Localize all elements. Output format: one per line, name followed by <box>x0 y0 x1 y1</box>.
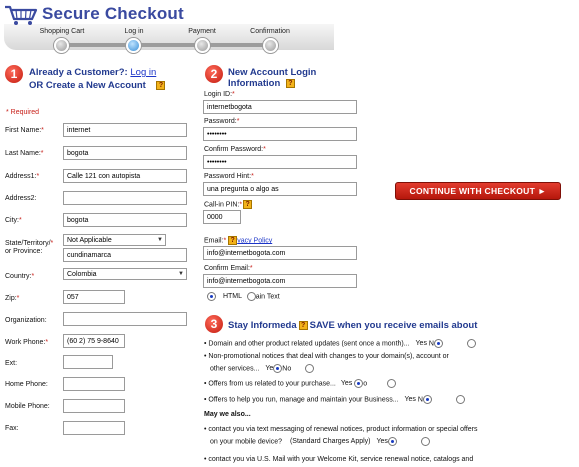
product-updates-other-radio[interactable] <box>466 339 476 348</box>
option-non-promotional: • Non-promotional notices that deal with… <box>204 353 449 360</box>
province-input[interactable]: cundinamarca <box>63 248 187 262</box>
address1-input[interactable]: Calle 121 con autopista <box>63 169 187 183</box>
email-input[interactable]: info@internetbogota.com <box>203 246 357 260</box>
first-name-input[interactable]: internet <box>63 123 187 137</box>
country-label: Country:* <box>5 273 35 280</box>
checkout-header: Secure Checkout Shopping Cart Log in Pay… <box>0 0 579 60</box>
section-2-title: New Account Login <box>228 67 317 78</box>
state-select[interactable]: Not Applicable <box>63 234 166 246</box>
login-id-input[interactable]: internetbogota <box>203 100 357 114</box>
home-phone-label: Home Phone: <box>5 381 48 388</box>
privacy-policy-link[interactable]: vacy Policy <box>237 237 272 244</box>
step-dot-confirmation <box>263 38 278 53</box>
last-name-input[interactable]: bogota <box>63 146 187 160</box>
may-we-also-heading: May we also... <box>204 411 251 418</box>
shopping-cart-icon <box>5 5 38 25</box>
non-promotional-no-radio[interactable] <box>305 364 315 373</box>
step-label-payment: Payment <box>188 28 216 35</box>
address2-label: Address2: <box>5 195 37 202</box>
plain-text-format-label: ain Text <box>255 293 280 301</box>
option-us-mail: • contact you via U.S. Mail with your We… <box>204 456 474 463</box>
login-link[interactable]: Log in <box>130 67 156 78</box>
organization-input[interactable] <box>63 312 187 326</box>
country-select[interactable]: Colombia <box>63 268 187 280</box>
product-updates-no-radio[interactable] <box>433 339 443 348</box>
progress-track <box>62 43 276 47</box>
state-label: State/Territory/* or Province: <box>5 240 54 255</box>
ext-label: Ext: <box>5 360 18 367</box>
last-name-label: Last Name:* <box>5 150 44 157</box>
call-in-pin-label: Call-in PIN:*? <box>204 200 253 209</box>
help-icon[interactable]: ? <box>228 236 238 245</box>
ext-input[interactable] <box>63 355 113 369</box>
step-dot-shopping-cart <box>54 38 69 53</box>
city-label: City:* <box>5 217 22 224</box>
option-text-messaging-cont: on your mobile device? (Standard Charges… <box>210 437 430 446</box>
confirm-password-input[interactable]: •••••••• <box>203 155 357 169</box>
section-2-badge: 2 <box>205 65 223 83</box>
text-messaging-no-radio[interactable] <box>420 437 430 446</box>
city-input[interactable]: bogota <box>63 213 187 227</box>
login-id-label: Login ID:* <box>204 91 235 98</box>
option-product-updates: • Domain and other product related updat… <box>204 339 476 348</box>
section-1-title-line2: OR Create a New Account <box>29 80 146 91</box>
section-1-title: Already a Customer?: Log in <box>29 67 156 78</box>
mobile-phone-input[interactable] <box>63 399 125 413</box>
confirm-password-label: Confirm Password:* <box>204 146 266 153</box>
password-label: Password:* <box>204 118 240 125</box>
plain-text-format-radio[interactable] <box>246 292 256 301</box>
fax-input[interactable] <box>63 421 125 435</box>
email-label: Email:*? vacy Policy <box>204 236 273 245</box>
non-promotional-yes-radio[interactable] <box>273 364 283 373</box>
work-phone-input[interactable]: (60 2) 75 9-8640 <box>63 334 125 348</box>
text-messaging-yes-radio[interactable] <box>387 437 397 446</box>
zip-input[interactable]: 057 <box>63 290 125 304</box>
section-1-badge: 1 <box>5 65 23 83</box>
first-name-label: First Name:* <box>5 127 44 134</box>
help-icon[interactable]: ? <box>156 80 166 90</box>
email-format-row: HTML ain Text <box>207 292 280 301</box>
option-text-messaging: • contact you via text messaging of rene… <box>204 426 478 433</box>
business-offers-other-radio[interactable] <box>455 395 465 404</box>
organization-label: Organization: <box>5 317 47 324</box>
step-dot-payment <box>195 38 210 53</box>
html-format-label: HTML <box>222 293 242 301</box>
business-offers-no-radio[interactable] <box>422 395 432 404</box>
address2-input[interactable] <box>63 191 187 205</box>
help-icon[interactable]: ? <box>243 200 253 209</box>
password-hint-input[interactable]: una pregunta o algo as <box>203 182 357 196</box>
password-input[interactable]: •••••••• <box>203 127 357 141</box>
page-title: Secure Checkout <box>42 4 184 23</box>
step-dot-login <box>126 38 141 53</box>
zip-label: Zip:* <box>5 295 20 302</box>
help-icon[interactable]: ? <box>285 78 295 88</box>
step-label-shopping-cart: Shopping Cart <box>39 28 85 35</box>
password-hint-label: Password Hint:* <box>204 173 254 180</box>
work-phone-label: Work Phone:* <box>5 339 49 346</box>
section-1-subtitle: OR Create a New Account ? <box>29 80 166 91</box>
required-note: * Required <box>6 109 40 116</box>
continue-checkout-button[interactable]: CONTINUE WITH CHECKOUT ► <box>395 182 561 200</box>
section-1-title-line1: Already a Customer?: <box>29 67 128 78</box>
step-label-confirmation: Confirmation <box>250 28 290 35</box>
mobile-phone-label: Mobile Phone: <box>5 403 50 410</box>
fax-label: Fax: <box>5 425 19 432</box>
confirm-email-label: Confirm Email:* <box>204 265 253 272</box>
purchase-offers-no-radio[interactable] <box>387 379 397 388</box>
section-3-badge: 3 <box>205 315 223 333</box>
option-business-offers: • Offers to help you run, manage and mai… <box>204 395 465 404</box>
confirm-email-input[interactable]: info@internetbogota.com <box>203 274 357 288</box>
purchase-offers-yes-radio[interactable] <box>354 379 364 388</box>
option-non-promotional-cont: other services... Ye No <box>210 364 315 373</box>
step-label-login: Log in <box>124 28 144 35</box>
home-phone-input[interactable] <box>63 377 125 391</box>
help-icon[interactable]: ? <box>298 320 308 330</box>
call-in-pin-input[interactable]: 0000 <box>203 210 241 224</box>
html-format-radio[interactable] <box>207 292 216 301</box>
address1-label: Address1:* <box>5 173 40 180</box>
option-purchase-offers: • Offers from us related to your purchas… <box>204 379 397 388</box>
section-2-subtitle: Information ? <box>228 78 295 89</box>
section-3-title: Stay Informeda? SAVE when you receive ema… <box>228 320 478 331</box>
